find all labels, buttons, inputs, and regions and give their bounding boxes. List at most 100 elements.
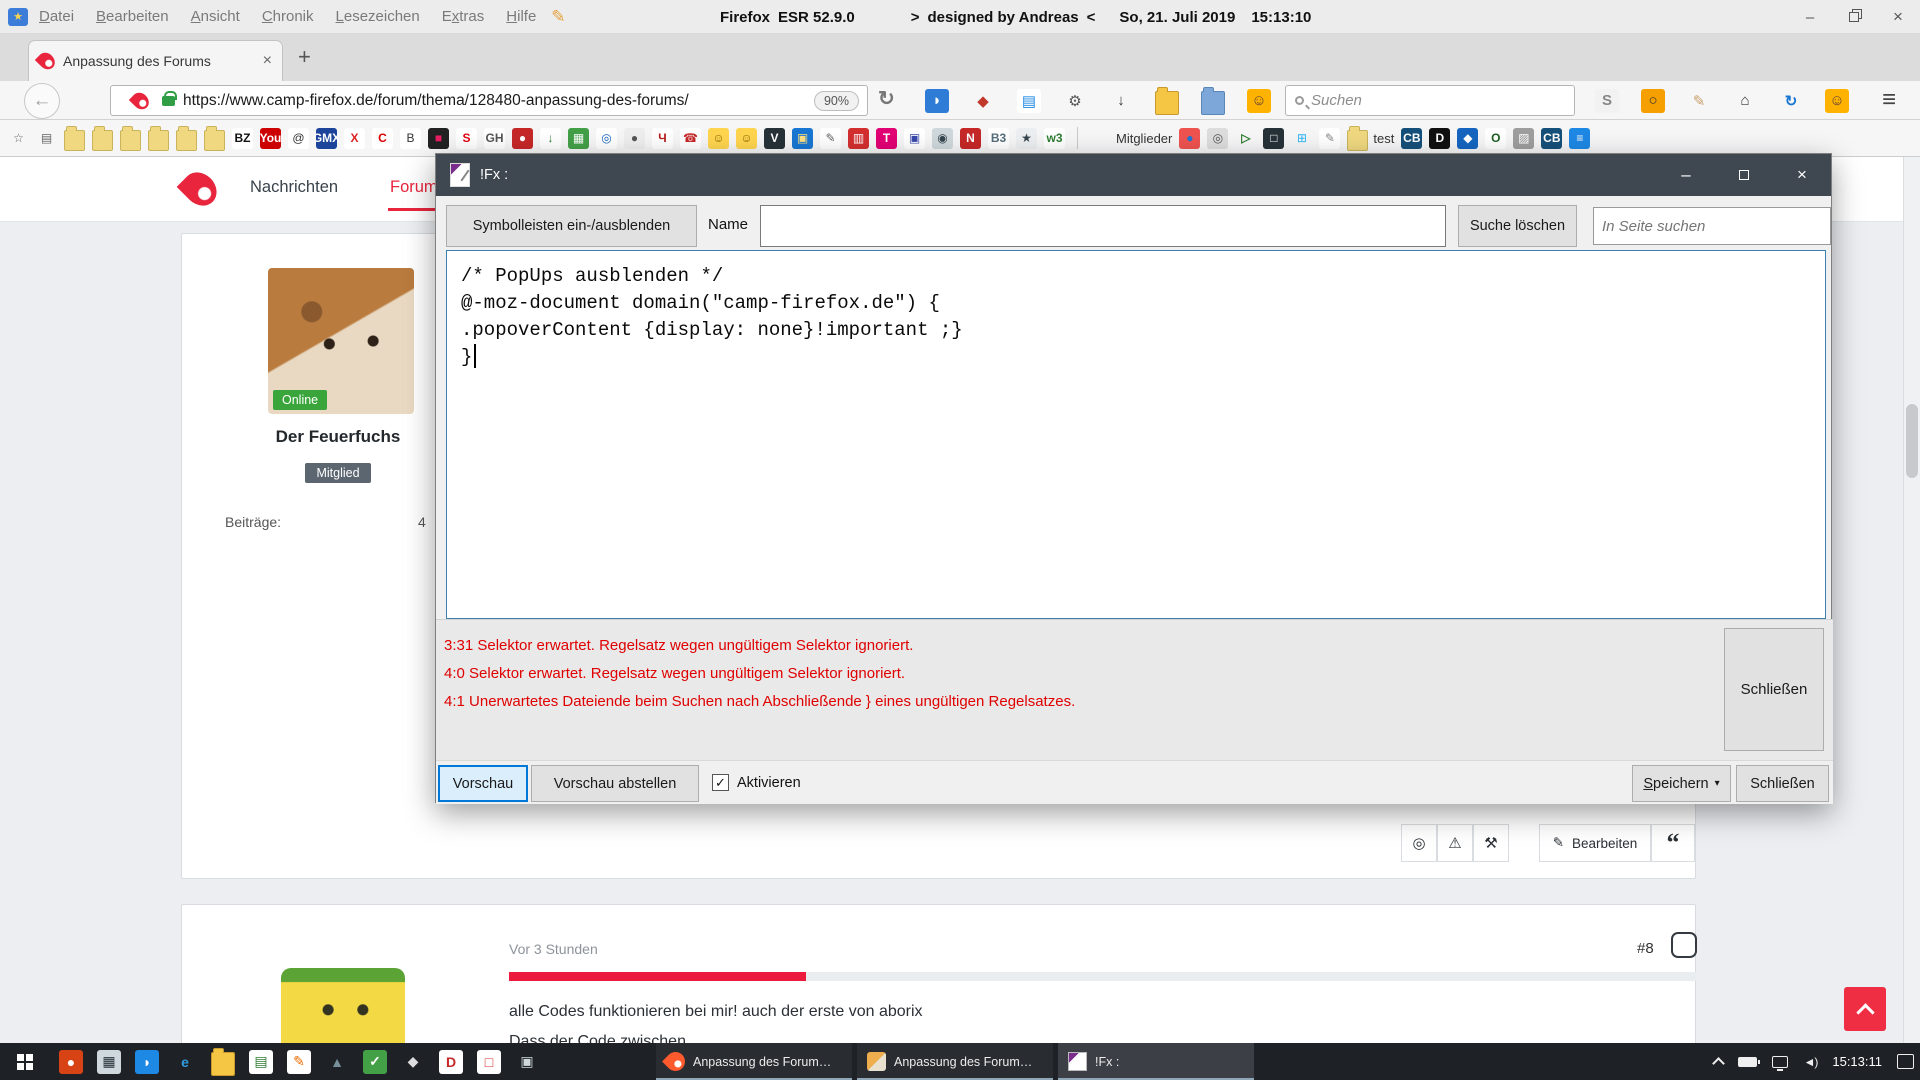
post-timestamp[interactable]: Vor 3 Stunden [509,941,598,957]
tab-anpassung-des-forums[interactable]: Anpassung des Forums × [28,40,283,81]
avatar[interactable] [281,968,405,1043]
blue-tile-icon[interactable]: ▣ [792,128,813,149]
car-icon[interactable]: ● [512,128,533,149]
home-icon[interactable]: ⌂ [1722,82,1768,119]
reading-list-icon[interactable]: ▤ [36,128,57,149]
star-icon[interactable]: ☆ [8,128,29,149]
bookmark-folder-icon[interactable] [204,126,225,151]
tab-close-icon[interactable]: × [263,52,272,70]
cb2-icon[interactable]: CB [1541,128,1562,149]
css-code-editor[interactable]: /* PopUps ausblenden */ @-moz-document d… [446,250,1826,619]
menu-item[interactable]: Hilfe [495,0,547,34]
explorer-icon[interactable] [204,1043,242,1080]
sync-icon[interactable]: ↻ [1768,82,1814,119]
at-icon[interactable]: @ [288,128,309,149]
cyrillic-icon[interactable]: Ч [652,128,673,149]
bookmark-folder-icon[interactable] [176,126,197,151]
preview-button[interactable]: Vorschau [438,765,528,802]
play-icon[interactable]: ▷ [1235,128,1256,149]
b3-icon[interactable]: B3 [988,128,1009,149]
x-icon[interactable]: X [344,128,365,149]
blocks-icon[interactable]: ▦ [568,128,589,149]
maximize-button[interactable] [1715,154,1773,196]
oval-icon[interactable]: ● [624,128,645,149]
post-select-checkbox[interactable] [1671,932,1697,958]
hamburger-menu-icon[interactable]: ≡ [1882,86,1896,114]
moderate-icon[interactable]: ⚒ [1473,824,1509,862]
report-icon[interactable]: ⚠ [1437,824,1473,862]
new-tab-button[interactable]: + [298,44,311,70]
bookmark-folder-icon[interactable] [148,126,169,151]
toggle-toolbars-button[interactable]: Symbolleisten ein-/ausblenden [446,205,697,247]
phone-icon[interactable]: ☎ [680,128,701,149]
clock[interactable]: 15:13:11 [1832,1054,1882,1069]
speaker-icon[interactable]: ◄) [1803,1055,1817,1069]
folder-open-icon[interactable] [1144,82,1190,119]
start-button[interactable] [0,1043,48,1080]
tv-icon[interactable]: □ [1263,128,1284,149]
search-field[interactable] [1285,85,1575,116]
green-file-icon[interactable]: ▤ [242,1043,280,1080]
windows-icon[interactable]: ⊞ [1291,128,1312,149]
network-icon[interactable] [1772,1056,1788,1068]
menu-item[interactable]: Ansicht [180,0,251,34]
minimize-button[interactable]: – [1788,2,1832,32]
close-dialog-button[interactable]: Schließen [1736,765,1829,802]
computerbild-icon[interactable]: C [372,128,393,149]
sparkasse-icon[interactable]: S [456,128,477,149]
restore-button[interactable] [1832,2,1876,32]
gh-icon[interactable]: GH [484,128,505,149]
separator[interactable] [1077,127,1078,149]
greasemonkey-icon[interactable]: ☺ [1814,82,1860,119]
quote-button[interactable]: “ [1651,824,1695,862]
b-icon[interactable]: B [400,128,421,149]
menu-item[interactable]: Extras [431,0,496,34]
star-dark-icon[interactable]: ★ [1016,128,1037,149]
session-window-icon[interactable]: ★ [8,8,28,26]
campfirefox-flame-icon[interactable]: Mitglieder [1090,128,1172,149]
youtube-icon[interactable]: You [260,128,281,149]
smiley-icon[interactable]: ☺ [708,128,729,149]
search-input[interactable] [1311,92,1565,109]
download-icon[interactable]: ↓ [540,128,561,149]
app-ball-icon[interactable]: ● [52,1043,90,1080]
brush-icon[interactable]: ✎ [1676,82,1722,119]
battery-icon[interactable] [1738,1057,1757,1067]
copy-icon[interactable]: ▣ [904,128,925,149]
list-icon[interactable]: ≡ [1569,128,1590,149]
taskbar-window-stylish[interactable]: !Fx : [1058,1043,1254,1080]
chat-icon[interactable]: ◆ [1457,128,1478,149]
page-scrollbar[interactable] [1903,157,1920,1043]
telekom-icon[interactable]: T [876,128,897,149]
stamp-icon[interactable]: S [1584,82,1630,119]
shop-icon[interactable]: ■ [428,128,449,149]
zoom-level-badge[interactable]: 90% [814,91,859,111]
gear-icon[interactable]: ⚙ [1052,82,1098,119]
style-name-input[interactable] [760,205,1446,247]
reload-icon[interactable]: ↻ [878,86,895,111]
red-tile-icon[interactable]: ▥ [848,128,869,149]
dialog-titlebar[interactable]: !Fx : – × [436,154,1831,196]
globe2-icon[interactable]: ◎ [1207,128,1228,149]
minimize-button[interactable]: – [1657,154,1715,196]
activate-checkbox[interactable]: ✓ [712,774,729,791]
menu-item[interactable]: Bearbeiten [85,0,180,34]
scroll-to-top-button[interactable] [1844,987,1886,1031]
menu-item[interactable]: Datei [28,0,85,34]
back-button[interactable]: ← [24,83,60,119]
panel-icon[interactable]: ▤ [1006,82,1052,119]
url-input[interactable] [183,92,806,110]
globe-icon[interactable]: ◎ [596,128,617,149]
clear-search-button[interactable]: Suche löschen [1458,205,1577,247]
monitor-chart-icon[interactable]: ▦ [90,1043,128,1080]
action-center-icon[interactable] [1897,1054,1914,1069]
https-lock-icon[interactable] [162,96,175,106]
bookmark-folder-icon[interactable] [64,126,85,151]
dark-app-icon[interactable]: ◆ [394,1043,432,1080]
cb-icon[interactable]: CB [1401,128,1422,149]
monkey-icon[interactable]: ☺ [1236,82,1282,119]
colorball-icon[interactable]: ● [1179,128,1200,149]
stack-icon[interactable]: ▣ [508,1043,546,1080]
o-icon[interactable]: O [1485,128,1506,149]
folder-blue-icon[interactable] [1190,82,1236,119]
